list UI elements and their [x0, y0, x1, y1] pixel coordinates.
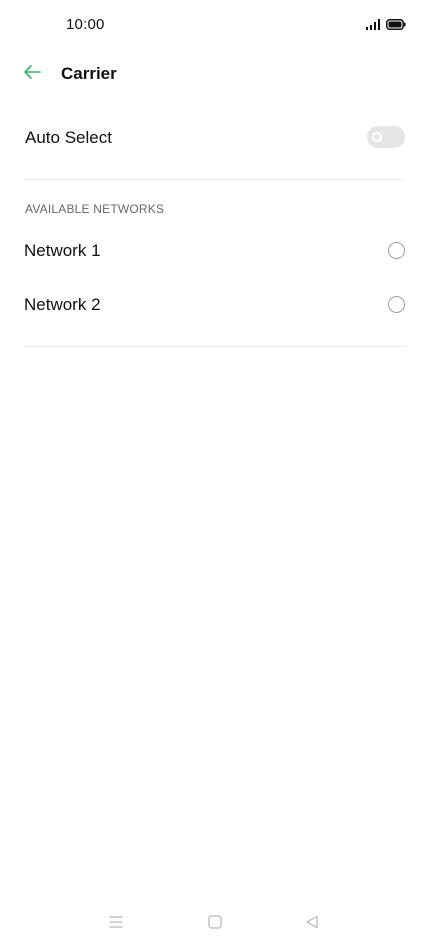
toggle-knob	[372, 132, 382, 142]
back-triangle-icon	[305, 915, 319, 934]
status-bar: 10:00	[0, 0, 430, 48]
network-radio-button[interactable]	[388, 242, 405, 259]
nav-back-button[interactable]	[302, 914, 322, 934]
network-item-1[interactable]: Network 1	[24, 229, 406, 273]
section-title-available-networks: AVAILABLE NETWORKS	[25, 202, 165, 216]
page-title: Carrier	[61, 64, 117, 83]
auto-select-label: Auto Select	[25, 128, 112, 147]
network-item-2[interactable]: Network 2	[24, 283, 406, 327]
battery-icon	[386, 17, 406, 35]
home-button[interactable]	[205, 914, 225, 934]
divider	[25, 346, 405, 347]
recent-apps-button[interactable]	[106, 914, 126, 934]
arrow-left-icon	[22, 64, 42, 85]
auto-select-toggle[interactable]	[367, 126, 405, 148]
network-label: Network 1	[24, 241, 101, 260]
menu-icon	[109, 915, 123, 933]
status-icons	[366, 17, 406, 35]
network-radio-button[interactable]	[388, 296, 405, 313]
app-header: Carrier	[0, 50, 430, 98]
home-square-icon	[208, 914, 222, 934]
divider	[25, 179, 405, 180]
signal-icon	[366, 17, 380, 35]
navigation-bar	[0, 906, 430, 942]
network-label: Network 2	[24, 295, 101, 314]
status-time: 10:00	[66, 16, 105, 33]
back-button[interactable]	[18, 60, 46, 88]
auto-select-row: Auto Select	[25, 114, 405, 162]
